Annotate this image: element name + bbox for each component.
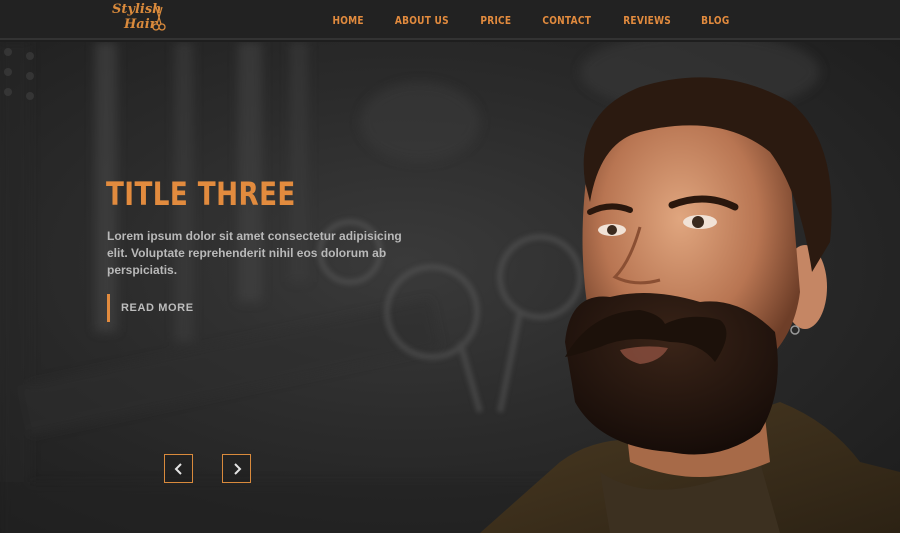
slider-next-button[interactable] [222,454,251,483]
read-more-button[interactable]: READ MORE [107,294,194,322]
site-header: Stylish Hair HOME ABOUT US PRICE CONTACT… [0,0,900,40]
chevron-right-icon [233,462,241,475]
slide-title: TITLE THREE [106,175,296,213]
hero-slider: TITLE THREE Lorem ipsum dolor sit amet c… [0,42,900,533]
model-photo [480,77,900,533]
nav-reviews[interactable]: REVIEWS [623,14,671,27]
nav-contact[interactable]: CONTACT [542,14,591,27]
logo[interactable]: Stylish Hair [110,2,170,36]
main-nav: HOME ABOUT US PRICE CONTACT REVIEWS BLOG [318,0,744,40]
chevron-left-icon [174,462,182,475]
nav-home[interactable]: HOME [332,14,363,27]
nav-blog[interactable]: BLOG [702,14,730,27]
nav-about-us[interactable]: ABOUT US [395,14,449,27]
slider-prev-button[interactable] [164,454,193,483]
scissors-icon [152,6,166,31]
slide-description: Lorem ipsum dolor sit amet consectetur a… [107,229,402,277]
nav-price[interactable]: PRICE [480,14,511,27]
